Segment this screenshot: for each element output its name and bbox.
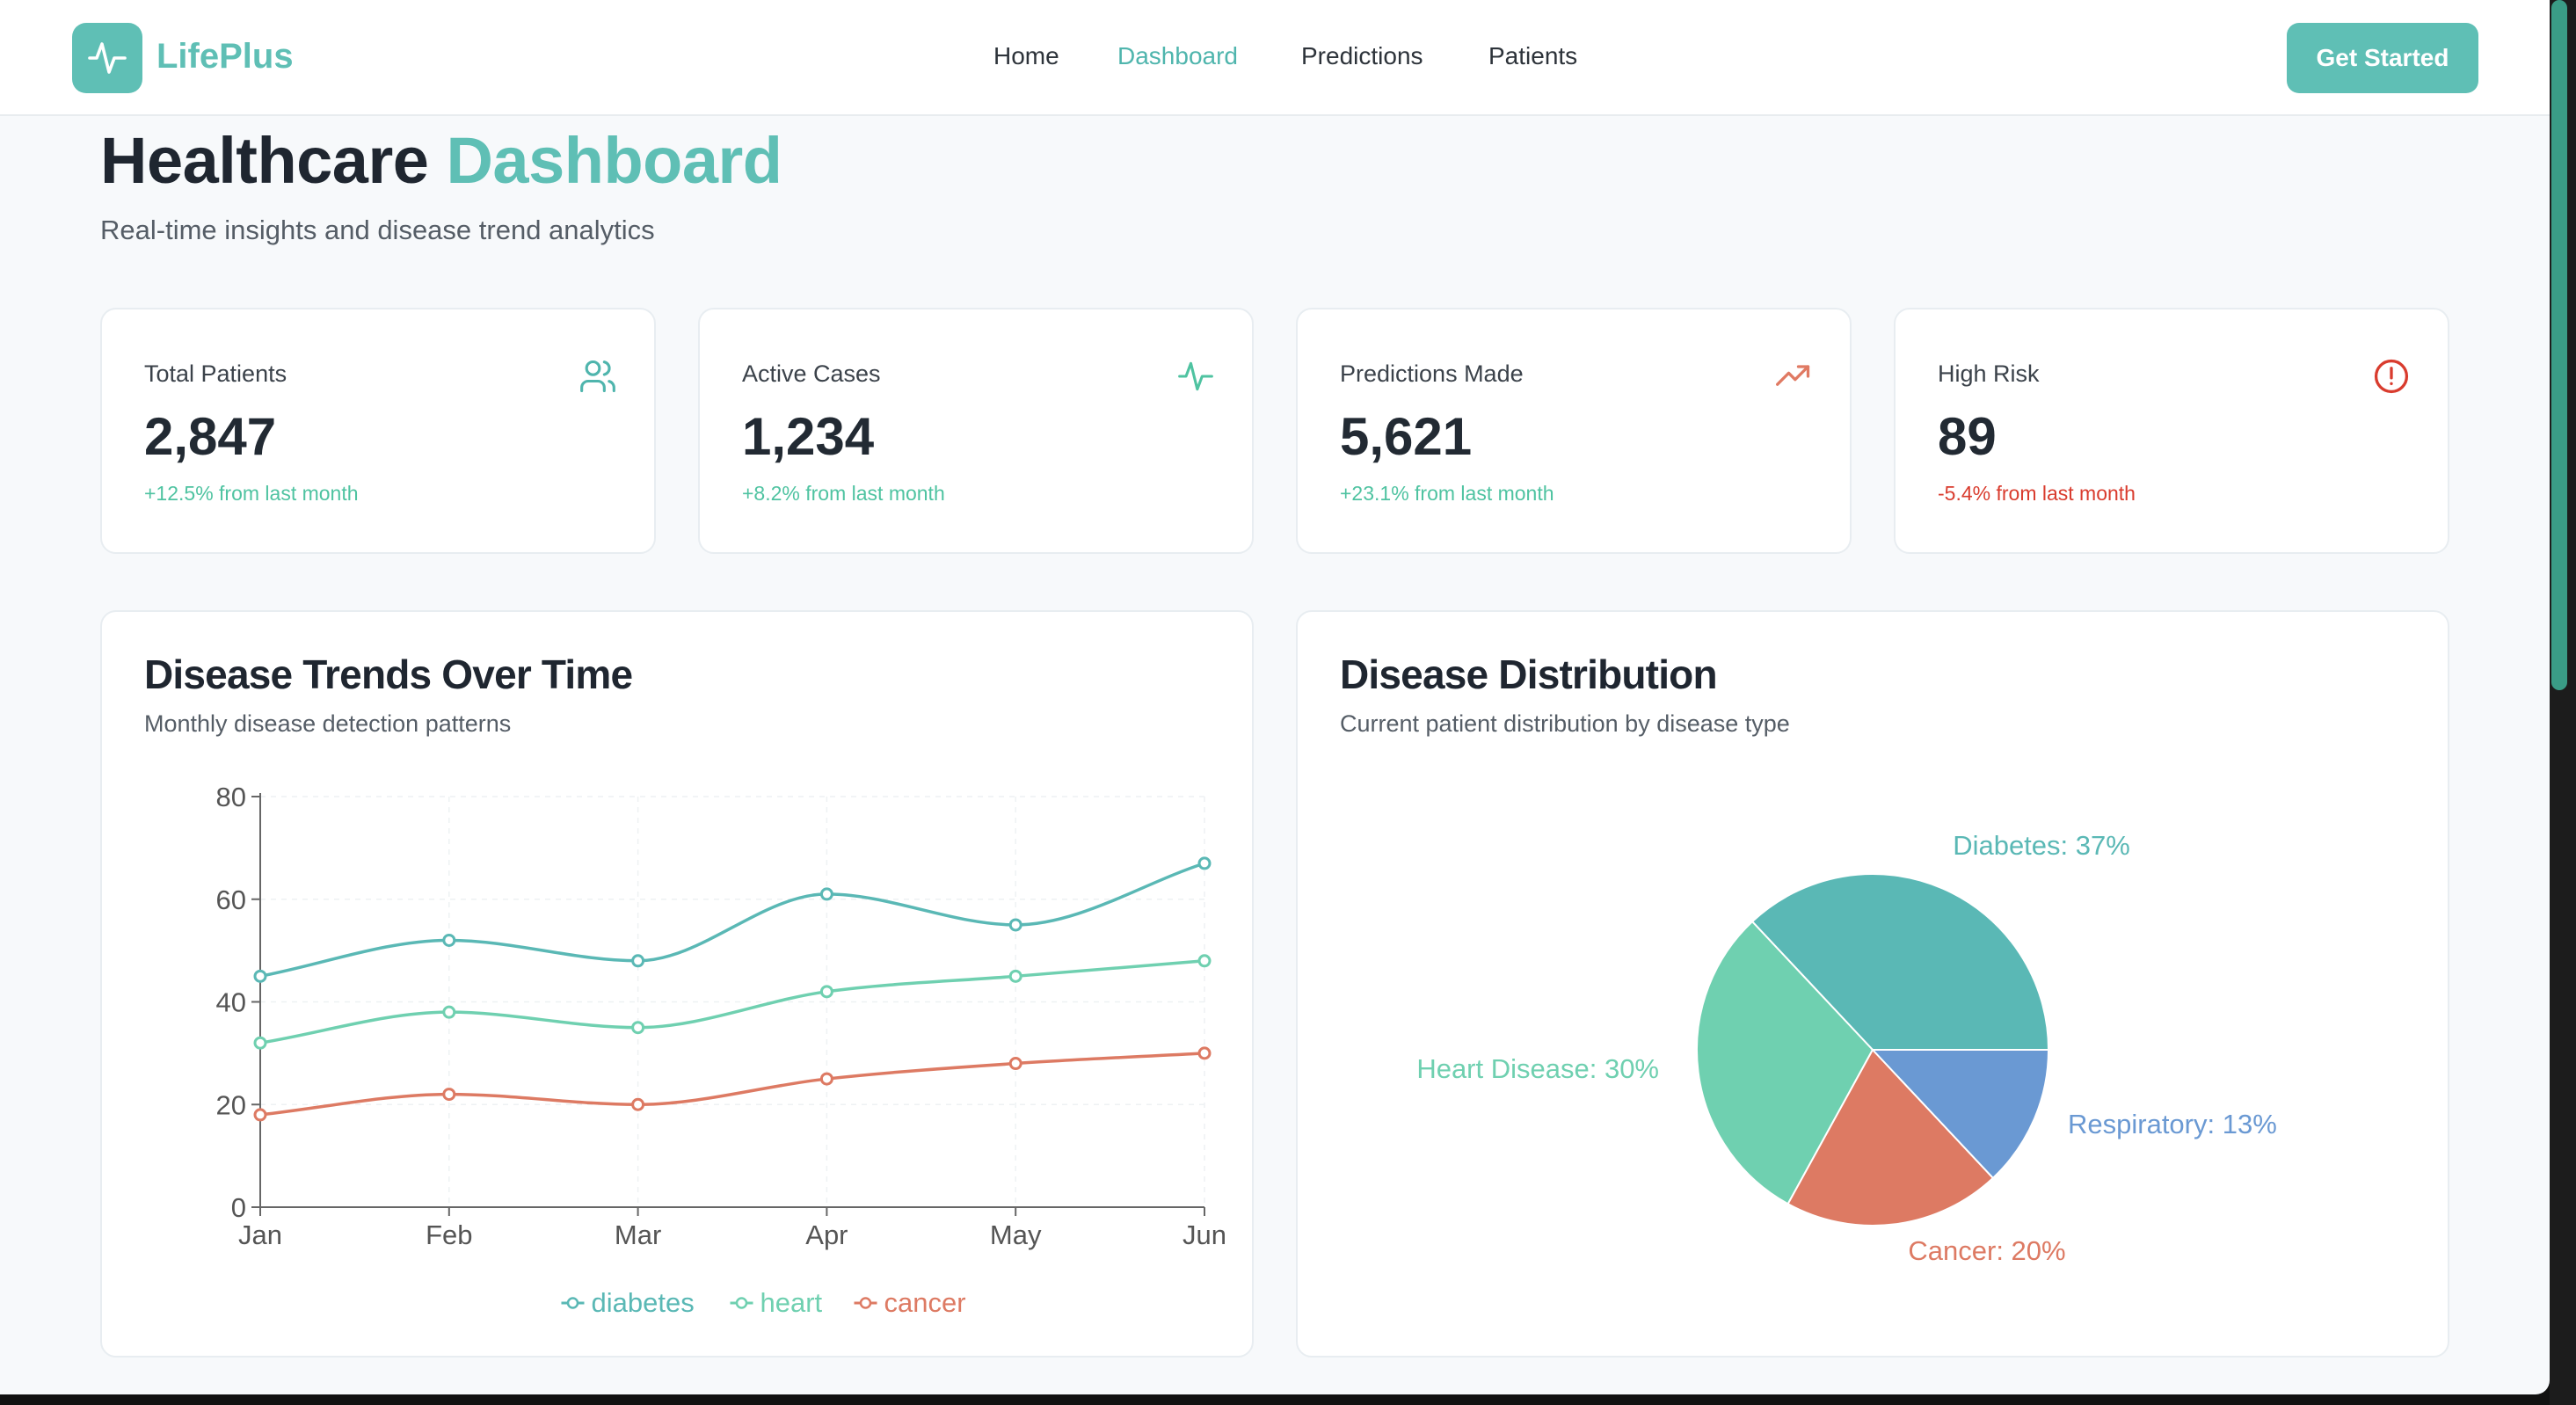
legend-item-diabetes[interactable]: diabetes [561,1287,695,1318]
x-tick-label: Jan [238,1219,282,1250]
legend-label: cancer [884,1287,966,1318]
data-point-cancer[interactable] [253,1108,267,1122]
x-tick-label: Apr [805,1219,848,1250]
legend-swatch-marker [859,1297,872,1309]
page-title-main: Healthcare [100,124,429,197]
pie-label: Heart Disease: 30% [1416,1053,1659,1084]
activity-icon [1178,361,1213,391]
stat-value: 5,621 [1340,407,1473,466]
disease-distribution-chart: Diabetes: 37% Heart Disease: 30% Cancer: 2… [1416,830,2277,1266]
page-subtitle: Real-time insights and disease trend ana… [100,215,655,245]
stat-label: High Risk [1938,360,2040,387]
y-tick-label: 80 [216,782,246,812]
stat-change: -5.4% from last month [1938,482,2136,505]
nav-predictions[interactable]: Predictions [1301,42,1423,70]
disease-trends-card: Disease Trends Over Time Monthly disease… [100,610,1254,1358]
stat-change: +23.1% from last month [1340,482,1554,505]
y-tick-label: 0 [231,1192,246,1223]
legend-swatch-marker [735,1297,748,1309]
alert-circle-icon [2374,359,2409,394]
x-tick-label: Mar [615,1219,661,1250]
page-title: Healthcare Dashboard [100,123,782,198]
stat-label: Active Cases [742,360,881,387]
pie-label: Respiratory: 13% [2068,1109,2277,1139]
stat-card-predictions-made: Predictions Made 5,621 +23.1% from last … [1296,308,1852,554]
series-line-cancer [259,1052,1205,1117]
pie-label: Cancer: 20% [1908,1235,2065,1266]
x-tick-label: Feb [426,1219,472,1250]
disease-trends-chart: 0 20 40 60 80 Jan Feb Mar Apr May Jun diabetes heart… [216,782,1226,1318]
stat-value: 89 [1938,407,1997,466]
get-started-button[interactable]: Get Started [2287,23,2478,93]
legend-item-cancer[interactable]: cancer [854,1287,966,1318]
data-point-cancer[interactable] [819,1072,833,1086]
scrollbar-thumb[interactable] [2551,0,2567,690]
data-point-heart[interactable] [631,1021,645,1035]
brand-name[interactable]: LifePlus [156,37,294,76]
legend-item-heart[interactable]: heart [730,1287,823,1318]
y-tick-label: 40 [216,987,246,1018]
data-point-heart[interactable] [819,985,833,999]
x-tick-label: May [990,1219,1042,1250]
data-point-cancer[interactable] [631,1097,645,1111]
nav-dashboard[interactable]: Dashboard [1117,42,1238,70]
data-point-heart[interactable] [442,1005,456,1019]
page-title-accent: Dashboard [446,124,782,197]
stat-card-active-cases: Active Cases 1,234 +8.2% from last month [698,308,1254,554]
app-window: LifePlus Home Dashboard Predictions Pati… [0,0,2550,1394]
data-point-diabetes[interactable] [819,887,833,901]
x-tick-label: Jun [1182,1219,1226,1250]
data-point-heart[interactable] [1008,969,1022,983]
data-point-heart[interactable] [253,1036,267,1050]
nav-patients[interactable]: Patients [1488,42,1577,70]
pie-label: Diabetes: 37% [1953,830,2130,861]
legend-label: heart [760,1287,823,1318]
stat-value: 1,234 [742,407,875,466]
legend-swatch-marker [566,1297,579,1309]
stat-card-high-risk: High Risk 89 -5.4% from last month [1894,308,2449,554]
data-point-diabetes[interactable] [1008,918,1022,932]
data-point-cancer[interactable] [1008,1057,1022,1071]
stat-change: +12.5% from last month [144,482,359,505]
data-point-diabetes[interactable] [442,933,456,947]
disease-distribution-card: Disease Distribution Current patient dis… [1296,610,2449,1358]
top-navbar: LifePlus Home Dashboard Predictions Pati… [0,0,2550,116]
data-point-cancer[interactable] [442,1088,456,1102]
stat-card-total-patients: Total Patients 2,847 +12.5% from last mo… [100,308,656,554]
stat-value: 2,847 [144,407,277,466]
data-point-heart[interactable] [1197,954,1212,968]
trending-up-icon [1776,365,1810,386]
logo-icon[interactable] [72,23,142,93]
stat-label: Predictions Made [1340,360,1524,387]
stat-label: Total Patients [144,360,287,387]
series-line-diabetes [259,862,1205,979]
nav-home[interactable]: Home [993,42,1059,70]
data-point-diabetes[interactable] [631,954,645,968]
data-point-diabetes[interactable] [1197,856,1212,870]
users-icon [580,360,615,393]
data-point-diabetes[interactable] [253,969,267,983]
legend-label: diabetes [592,1287,695,1318]
stat-change: +8.2% from last month [742,482,945,505]
data-point-cancer[interactable] [1197,1046,1212,1060]
y-tick-label: 60 [216,884,246,915]
y-tick-label: 20 [216,1089,246,1120]
